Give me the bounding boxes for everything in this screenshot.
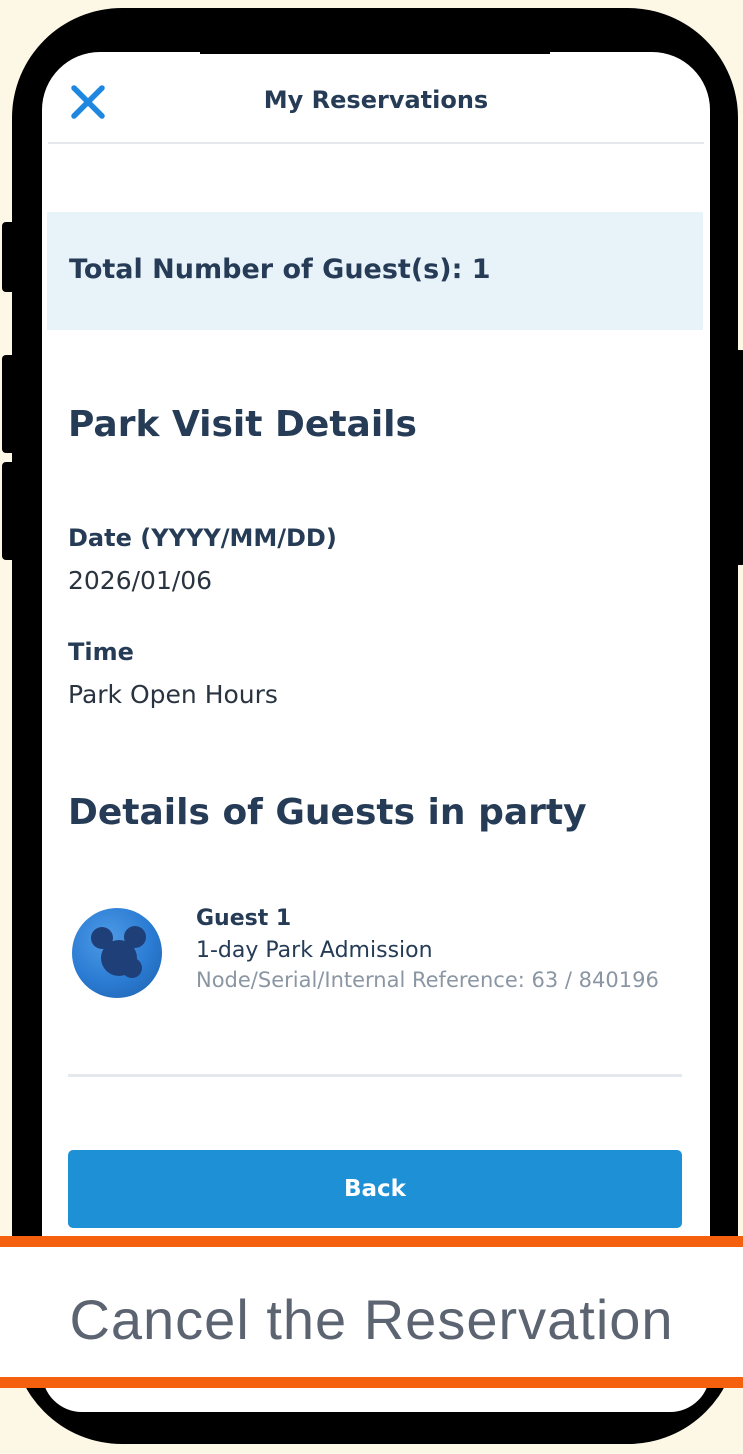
time-label: Time (68, 638, 134, 666)
guest-reference: Node/Serial/Internal Reference: 63 / 840… (196, 968, 659, 992)
phone-volume-up (2, 355, 16, 453)
page-title: My Reservations (263, 86, 489, 114)
back-button-label: Back (344, 1176, 406, 1202)
phone-notch (200, 48, 550, 54)
mouse-avatar-icon (72, 908, 162, 998)
guests-heading: Details of Guests in party (68, 792, 587, 833)
guest-divider (68, 1074, 682, 1077)
phone-screen: My Reservations Total Number of Guest(s)… (42, 52, 710, 1412)
date-label: Date (YYYY/MM/DD) (68, 524, 337, 552)
cancel-reservation-banner[interactable]: Cancel the Reservation (0, 1236, 743, 1388)
phone-volume-down (2, 462, 16, 560)
guest-name: Guest 1 (196, 906, 292, 931)
guest-ticket-type: 1-day Park Admission (196, 938, 433, 963)
time-value: Park Open Hours (68, 680, 278, 709)
header-divider (48, 142, 704, 144)
app-header: My Reservations (42, 52, 710, 144)
date-value: 2026/01/06 (68, 566, 213, 595)
phone-mute-switch (2, 222, 16, 292)
phone-power-button (735, 350, 743, 565)
park-visit-heading: Park Visit Details (68, 404, 417, 445)
back-button[interactable]: Back (68, 1150, 682, 1228)
guest-count-text: Total Number of Guest(s): 1 (69, 254, 491, 285)
guest-count-banner: Total Number of Guest(s): 1 (47, 212, 703, 330)
cancel-reservation-label: Cancel the Reservation (69, 1288, 674, 1351)
